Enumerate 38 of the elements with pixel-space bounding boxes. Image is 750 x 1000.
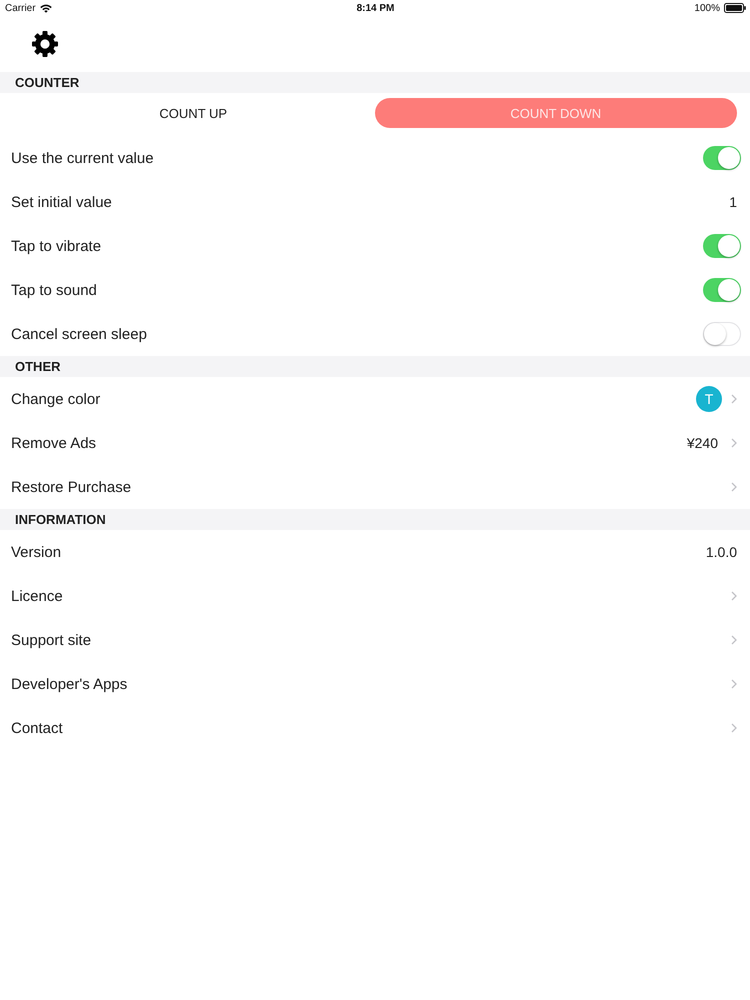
chevron-icon <box>731 394 737 404</box>
row-label: Tap to vibrate <box>11 238 102 254</box>
row-label: Version <box>11 544 62 560</box>
chevron-icon <box>731 438 737 448</box>
section-header: INFORMATION <box>0 509 750 530</box>
toggle-switch[interactable] <box>703 278 741 302</box>
row-label[interactable]: Change color <box>11 390 100 408</box>
row-label: Use the current value <box>11 150 154 166</box>
section-header: OTHER <box>0 356 750 377</box>
segment-tab[interactable]: COUNT UP <box>12 98 374 128</box>
chevron-icon <box>731 723 737 733</box>
toggle-switch[interactable] <box>703 146 741 170</box>
row-label[interactable]: Licence <box>11 588 63 604</box>
row-label[interactable]: Remove Ads <box>11 434 96 452</box>
battery-percent: 100% <box>694 2 720 14</box>
row-label: Set initial value <box>11 194 112 210</box>
clock-time: 8:14 PM <box>356 2 394 14</box>
chevron-icon <box>731 482 737 492</box>
chevron-icon <box>731 679 737 689</box>
color-swatch: T <box>696 386 722 412</box>
toggle-switch[interactable] <box>703 322 741 346</box>
toggle-switch[interactable] <box>703 234 741 258</box>
price-text: ¥240 <box>686 435 719 451</box>
battery-icon <box>724 3 746 13</box>
row-label[interactable]: Developer's Apps <box>11 676 128 692</box>
row-label[interactable]: Contact <box>11 720 63 736</box>
row-label[interactable]: Restore Purchase <box>11 478 132 496</box>
row-label[interactable]: Support site <box>11 632 92 648</box>
chevron-icon <box>731 591 737 601</box>
chevron-icon <box>731 635 737 645</box>
value-text: 1 <box>729 194 738 210</box>
carrier-label: Carrier <box>5 2 36 14</box>
section-header: COUNTER <box>0 72 750 93</box>
wifi-icon <box>40 4 52 12</box>
row-label: Tap to sound <box>11 282 97 298</box>
value-text: 1.0.0 <box>706 544 738 560</box>
row-label: Cancel screen sleep <box>11 326 147 342</box>
settings-icon[interactable] <box>32 31 58 57</box>
